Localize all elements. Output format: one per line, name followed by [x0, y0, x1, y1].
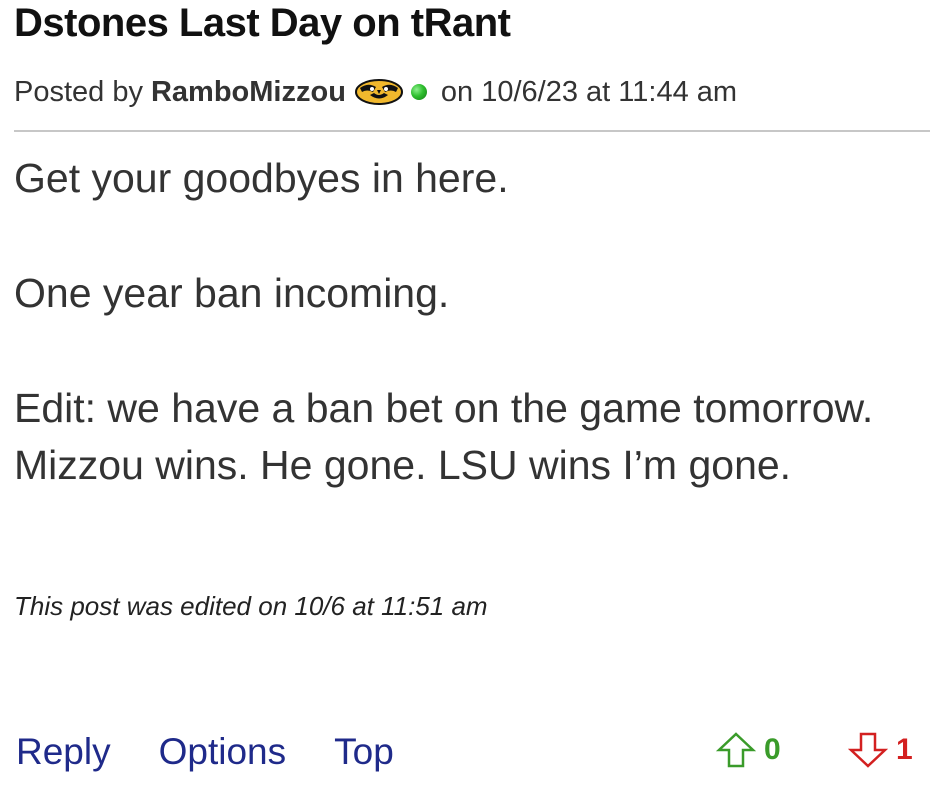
author-link[interactable]: RamboMizzou	[151, 72, 346, 112]
edited-note: This post was edited on 10/6 at 11:51 am	[14, 591, 488, 621]
options-link[interactable]: Options	[159, 728, 287, 776]
mizzou-tiger-logo-icon	[354, 79, 403, 105]
arrow-up-outline-icon[interactable]	[716, 731, 756, 769]
online-dot-icon	[410, 84, 427, 100]
post-title: Dstones Last Day on tRant	[14, 1, 511, 45]
upvote-count: 0	[764, 733, 781, 766]
post-date: on 10/6/23 at 11:44 am	[440, 76, 738, 108]
forum-post: Dstones Last Day on tRant Posted by Ramb…	[0, 0, 945, 800]
top-link[interactable]: Top	[334, 728, 394, 776]
divider	[14, 130, 930, 132]
downvote-control[interactable]: 1	[848, 730, 913, 770]
arrow-down-outline-icon[interactable]	[848, 731, 888, 769]
post-meta: Posted by RamboMizzou on 10/6/23 at 11:4…	[14, 72, 737, 112]
reply-link[interactable]: Reply	[16, 728, 111, 776]
post-body-line: Get your goodbyes in here.	[14, 155, 509, 201]
post-body-line: Edit: we have a ban bet on the game tomo…	[14, 385, 874, 488]
downvote-count: 1	[896, 733, 913, 766]
post-actions: Reply Options Top	[16, 728, 394, 776]
post-body: Get your goodbyes in here. One year ban …	[14, 150, 914, 494]
upvote-control[interactable]: 0	[716, 730, 781, 770]
post-body-line: One year ban incoming.	[14, 270, 450, 316]
posted-by-label: Posted by	[14, 76, 143, 108]
